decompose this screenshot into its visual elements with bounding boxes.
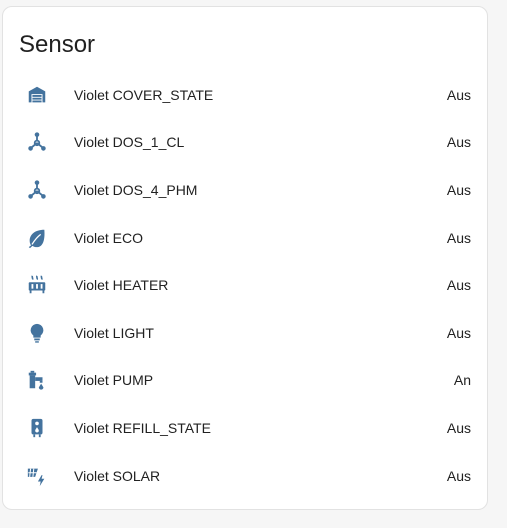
entity-row-cover-state[interactable]: Violet COVER_STATE Aus [3,71,487,119]
garage-icon [25,83,49,107]
entity-state: Aus [446,86,471,103]
molecule-icon [25,178,49,202]
entity-list: Violet COVER_STATE Aus Violet DOS_1_CL A… [3,71,487,499]
entity-row-dos-4-phm[interactable]: Violet DOS_4_PHM Aus [3,166,487,214]
entity-row-light[interactable]: Violet LIGHT Aus [3,309,487,357]
solar-power-icon [25,464,49,488]
molecule-icon [25,130,49,154]
entity-state: Aus [446,134,471,151]
entity-row-pump[interactable]: Violet PUMP An [3,357,487,405]
entity-row-heater[interactable]: Violet HEATER Aus [3,261,487,309]
card-title: Sensor [19,31,96,58]
entity-state: Aus [446,324,471,341]
water-pump-icon [25,368,49,392]
leaf-icon [25,226,49,250]
entity-name: Violet DOS_4_PHM [74,181,198,198]
entity-state: An [453,372,471,389]
entity-row-refill-state[interactable]: Violet REFILL_STATE Aus [3,404,487,452]
entity-state: Aus [446,467,471,484]
lightbulb-icon [25,321,49,345]
entity-name: Violet COVER_STATE [74,86,214,103]
entity-state: Aus [446,277,471,294]
water-boiler-icon [25,416,49,440]
entity-state: Aus [446,229,471,246]
entity-name: Violet SOLAR [74,467,161,484]
entity-name: Violet HEATER [74,277,169,294]
entity-row-eco[interactable]: Violet ECO Aus [3,214,487,262]
entity-name: Violet PUMP [74,372,154,389]
entity-state: Aus [446,181,471,198]
entities-card: Sensor Violet COVER_STATE Aus Violet DOS… [2,6,488,510]
entity-name: Violet LIGHT [74,324,154,341]
entity-name: Violet DOS_1_CL [74,134,185,151]
entity-name: Violet ECO [74,229,143,246]
entity-name: Violet REFILL_STATE [74,419,211,436]
entity-row-solar[interactable]: Violet SOLAR Aus [3,452,487,500]
entity-row-dos-1-cl[interactable]: Violet DOS_1_CL Aus [3,119,487,167]
entity-state: Aus [446,419,471,436]
radiator-icon [25,273,49,297]
